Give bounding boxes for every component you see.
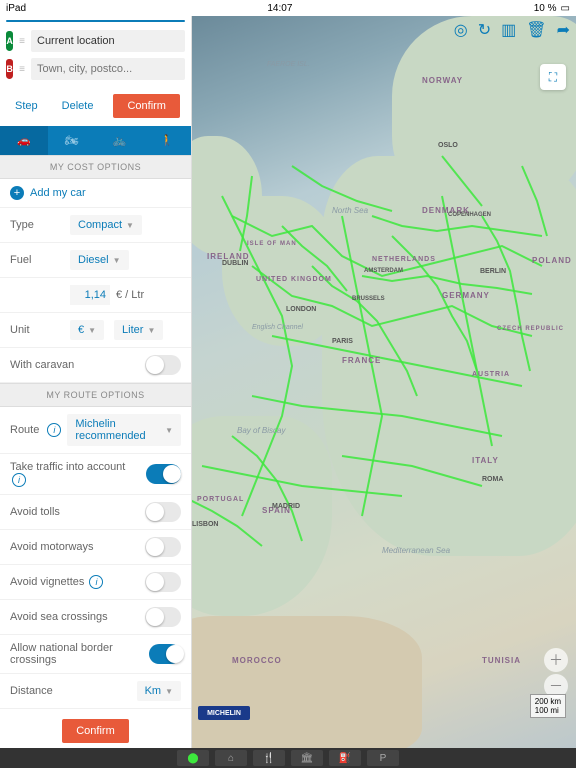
drag-icon[interactable]: ≡ <box>19 36 25 47</box>
chevron-down-icon: ▼ <box>88 326 96 335</box>
motorways-toggle[interactable] <box>145 537 181 557</box>
bottom-toolbar: ⬤ ⌂ 🍴 🏛 ⛽ P <box>0 748 576 768</box>
poi-fuel-button[interactable]: ⛽ <box>329 750 361 766</box>
type-label: Type <box>10 219 64 231</box>
tab-route[interactable]: Route <box>7 21 96 22</box>
walk-icon: 🚶 <box>160 135 174 147</box>
fullscreen-button[interactable]: ⛶ <box>540 64 566 90</box>
distance-label: Distance <box>10 685 64 697</box>
chevron-down-icon: ▼ <box>113 256 121 265</box>
poi-hotel-button[interactable]: ⌂ <box>215 750 247 766</box>
vignettes-toggle[interactable] <box>145 572 181 592</box>
sidebar: Route Map A ≡ B ≡ Step Delete Confirm 🚗 … <box>0 16 192 748</box>
vehicle-car[interactable]: 🚗 <box>0 126 48 155</box>
confirm-route-button[interactable]: Confirm <box>62 719 129 743</box>
vehicle-motorcycle[interactable]: 🏍 <box>48 126 96 155</box>
caravan-toggle[interactable] <box>145 355 181 375</box>
chevron-down-icon: ▼ <box>147 326 155 335</box>
tolls-label: Avoid tolls <box>10 506 60 518</box>
add-car-label: Add my car <box>30 187 86 199</box>
michelin-logo: MICHELIN <box>198 706 250 720</box>
poi-parking-button[interactable]: P <box>367 750 399 766</box>
volume-select[interactable]: Liter▼ <box>114 320 163 340</box>
map-scale: 200 km 100 mi <box>530 694 566 718</box>
border-toggle[interactable] <box>149 644 181 664</box>
traffic-label: Take traffic into account <box>10 461 125 473</box>
car-icon: 🚗 <box>17 135 31 147</box>
chevron-down-icon: ▼ <box>165 687 173 696</box>
vignettes-label: Avoid vignettes <box>10 576 84 588</box>
type-select[interactable]: Compact▼ <box>70 215 142 235</box>
price-input[interactable] <box>70 285 110 305</box>
locate-icon[interactable]: ◎ <box>454 20 468 40</box>
sea-toggle[interactable] <box>145 607 181 627</box>
border-label: Allow national border crossings <box>10 642 143 666</box>
poi-traffic-button[interactable]: ⬤ <box>177 750 209 766</box>
currency-select[interactable]: €▼ <box>70 320 104 340</box>
tolls-toggle[interactable] <box>145 502 181 522</box>
poi-sights-button[interactable]: 🏛 <box>291 750 323 766</box>
price-unit: € / Ltr <box>116 289 144 301</box>
drag-icon[interactable]: ≡ <box>19 64 25 75</box>
route-type-select[interactable]: Michelin recommended▼ <box>67 414 181 446</box>
vehicle-tabs: 🚗 🏍 🚲 🚶 <box>0 126 191 155</box>
waypoint-a: A ≡ <box>6 30 185 52</box>
device-label: iPad <box>6 3 26 14</box>
delete-button[interactable]: Delete <box>58 94 98 118</box>
map-toolbar: ◎ ↻ ▥ 🗑 ➦ <box>454 20 570 40</box>
battery-pct: 10 % <box>534 3 557 14</box>
vehicle-bicycle[interactable]: 🚲 <box>96 126 144 155</box>
pin-b-icon: B <box>6 59 13 79</box>
add-car-button[interactable]: + Add my car <box>0 179 191 208</box>
info-icon[interactable]: i <box>12 473 26 487</box>
vehicle-walk[interactable]: 🚶 <box>143 126 191 155</box>
fuel-label: Fuel <box>10 254 64 266</box>
route-label: Route <box>10 424 39 436</box>
origin-input[interactable] <box>31 30 185 52</box>
pin-a-icon: A <box>6 31 13 51</box>
confirm-button[interactable]: Confirm <box>113 94 180 118</box>
share-icon[interactable]: ➦ <box>557 20 570 40</box>
history-icon[interactable]: ↻ <box>478 20 491 40</box>
cost-section-header: MY COST OPTIONS <box>0 155 191 179</box>
battery-icon: ▭ <box>561 3 570 14</box>
tab-map[interactable]: Map <box>96 21 185 22</box>
map-canvas[interactable]: ◎ ↻ ▥ 🗑 ➦ ⛶ NORWAY DENMARK IRELAND <box>192 16 576 748</box>
route-section-header: MY ROUTE OPTIONS <box>0 383 191 407</box>
destination-input[interactable] <box>31 58 185 80</box>
mode-tabs: Route Map <box>6 20 185 22</box>
bicycle-icon: 🚲 <box>113 135 127 147</box>
motorways-label: Avoid motorways <box>10 541 94 553</box>
step-button[interactable]: Step <box>11 94 42 118</box>
waypoint-b: B ≡ <box>6 58 185 80</box>
motorcycle-icon: 🏍 <box>65 135 79 147</box>
road-network <box>192 16 576 748</box>
chevron-down-icon: ▼ <box>126 221 134 230</box>
plus-icon: + <box>10 186 24 200</box>
layers-icon[interactable]: ▥ <box>501 20 516 40</box>
info-icon[interactable]: i <box>47 423 61 437</box>
sea-label: Avoid sea crossings <box>10 611 108 623</box>
poi-restaurant-button[interactable]: 🍴 <box>253 750 285 766</box>
zoom-in-button[interactable]: ＋ <box>544 648 568 672</box>
chevron-down-icon: ▼ <box>165 426 173 435</box>
fuel-select[interactable]: Diesel▼ <box>70 250 129 270</box>
caravan-label: With caravan <box>10 359 74 371</box>
distance-unit-select[interactable]: Km▼ <box>137 681 181 701</box>
status-bar: iPad 14:07 10 % ▭ <box>0 0 576 16</box>
info-icon[interactable]: i <box>89 575 103 589</box>
clock: 14:07 <box>267 3 292 14</box>
zoom-controls: ＋ － <box>544 648 568 698</box>
unit-label: Unit <box>10 324 64 336</box>
traffic-toggle[interactable] <box>146 464 181 484</box>
trash-icon[interactable]: 🗑 <box>526 20 546 40</box>
